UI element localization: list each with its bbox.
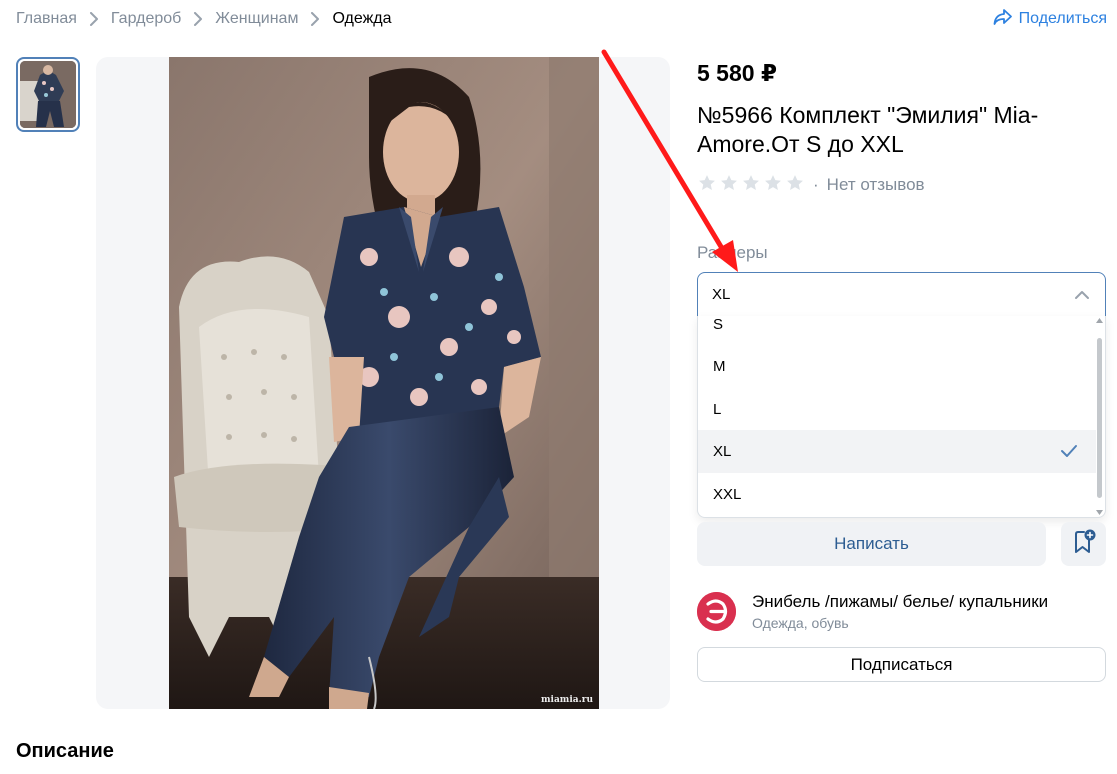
product-thumbnail[interactable] [16, 57, 80, 132]
chevron-right-icon [83, 8, 105, 30]
chevron-right-icon [304, 8, 326, 30]
breadcrumb-women[interactable]: Женщинам [215, 10, 298, 28]
size-option-l[interactable]: L [698, 388, 1096, 431]
share-button[interactable]: Поделиться [993, 8, 1107, 30]
share-icon [993, 8, 1013, 31]
size-option-xxl[interactable]: XXL [698, 473, 1096, 516]
sizes-label: Размеры [697, 243, 768, 262]
shop-info[interactable]: Энибель /пижамы/ белье/ купальники Одежд… [697, 592, 1048, 631]
star-icon [785, 173, 805, 198]
subscribe-button[interactable]: Подписаться [697, 647, 1106, 682]
product-title: №5966 Комплект "Эмилия" Mia-Amore.От S д… [697, 102, 1039, 157]
star-icon [741, 173, 761, 198]
star-icon [763, 173, 783, 198]
size-option-label: S [713, 316, 724, 333]
rating-row: · Нет отзывов [697, 174, 925, 196]
dropdown-scrollbar[interactable] [1094, 316, 1105, 517]
product-image-container: miamia.ru [96, 57, 670, 709]
size-option-label: L [713, 401, 722, 418]
size-option-label: XL [713, 443, 732, 460]
shop-text: Энибель /пижамы/ белье/ купальники Одежд… [752, 592, 1048, 631]
size-select[interactable]: XL [697, 272, 1106, 317]
scroll-down-icon[interactable] [1096, 510, 1103, 515]
star-icon [697, 173, 717, 198]
description-heading: Описание [16, 740, 114, 762]
write-button[interactable]: Написать [697, 522, 1046, 566]
size-select-value: XL [712, 286, 731, 303]
reviews-link[interactable]: Нет отзывов [827, 175, 925, 195]
share-label: Поделиться [1018, 10, 1107, 27]
shop-avatar[interactable] [697, 592, 736, 631]
rating-separator: · [813, 175, 819, 194]
image-watermark: miamia.ru [541, 695, 593, 705]
size-option-s[interactable]: S [698, 316, 1096, 346]
chevron-up-icon [1073, 286, 1091, 308]
size-option-label: XXL [713, 486, 742, 503]
breadcrumb-current: Одежда [332, 10, 392, 27]
product-price: 5 580 ₽ [697, 60, 777, 86]
size-dropdown: S M L XL XXL [697, 316, 1106, 518]
breadcrumb-wardrobe[interactable]: Гардероб [111, 10, 181, 28]
shop-name[interactable]: Энибель /пижамы/ белье/ купальники [752, 592, 1048, 612]
shop-logo-icon [697, 592, 736, 631]
bookmark-button[interactable] [1061, 522, 1106, 566]
shop-category: Одежда, обувь [752, 615, 849, 631]
chevron-right-icon [187, 8, 209, 30]
size-option-label: M [713, 358, 726, 375]
size-option-xl[interactable]: XL [698, 430, 1096, 473]
scroll-up-icon[interactable] [1096, 318, 1103, 323]
breadcrumb: Главная Гардероб Женщинам Одежда [16, 8, 392, 30]
size-option-m[interactable]: M [698, 345, 1096, 388]
scrollbar-thumb[interactable] [1097, 338, 1102, 498]
breadcrumb-home[interactable]: Главная [16, 10, 77, 28]
bookmark-add-icon [1071, 529, 1097, 560]
checkmark-icon [1060, 443, 1078, 463]
product-photo[interactable]: miamia.ru [169, 57, 599, 709]
star-icon [719, 173, 739, 198]
